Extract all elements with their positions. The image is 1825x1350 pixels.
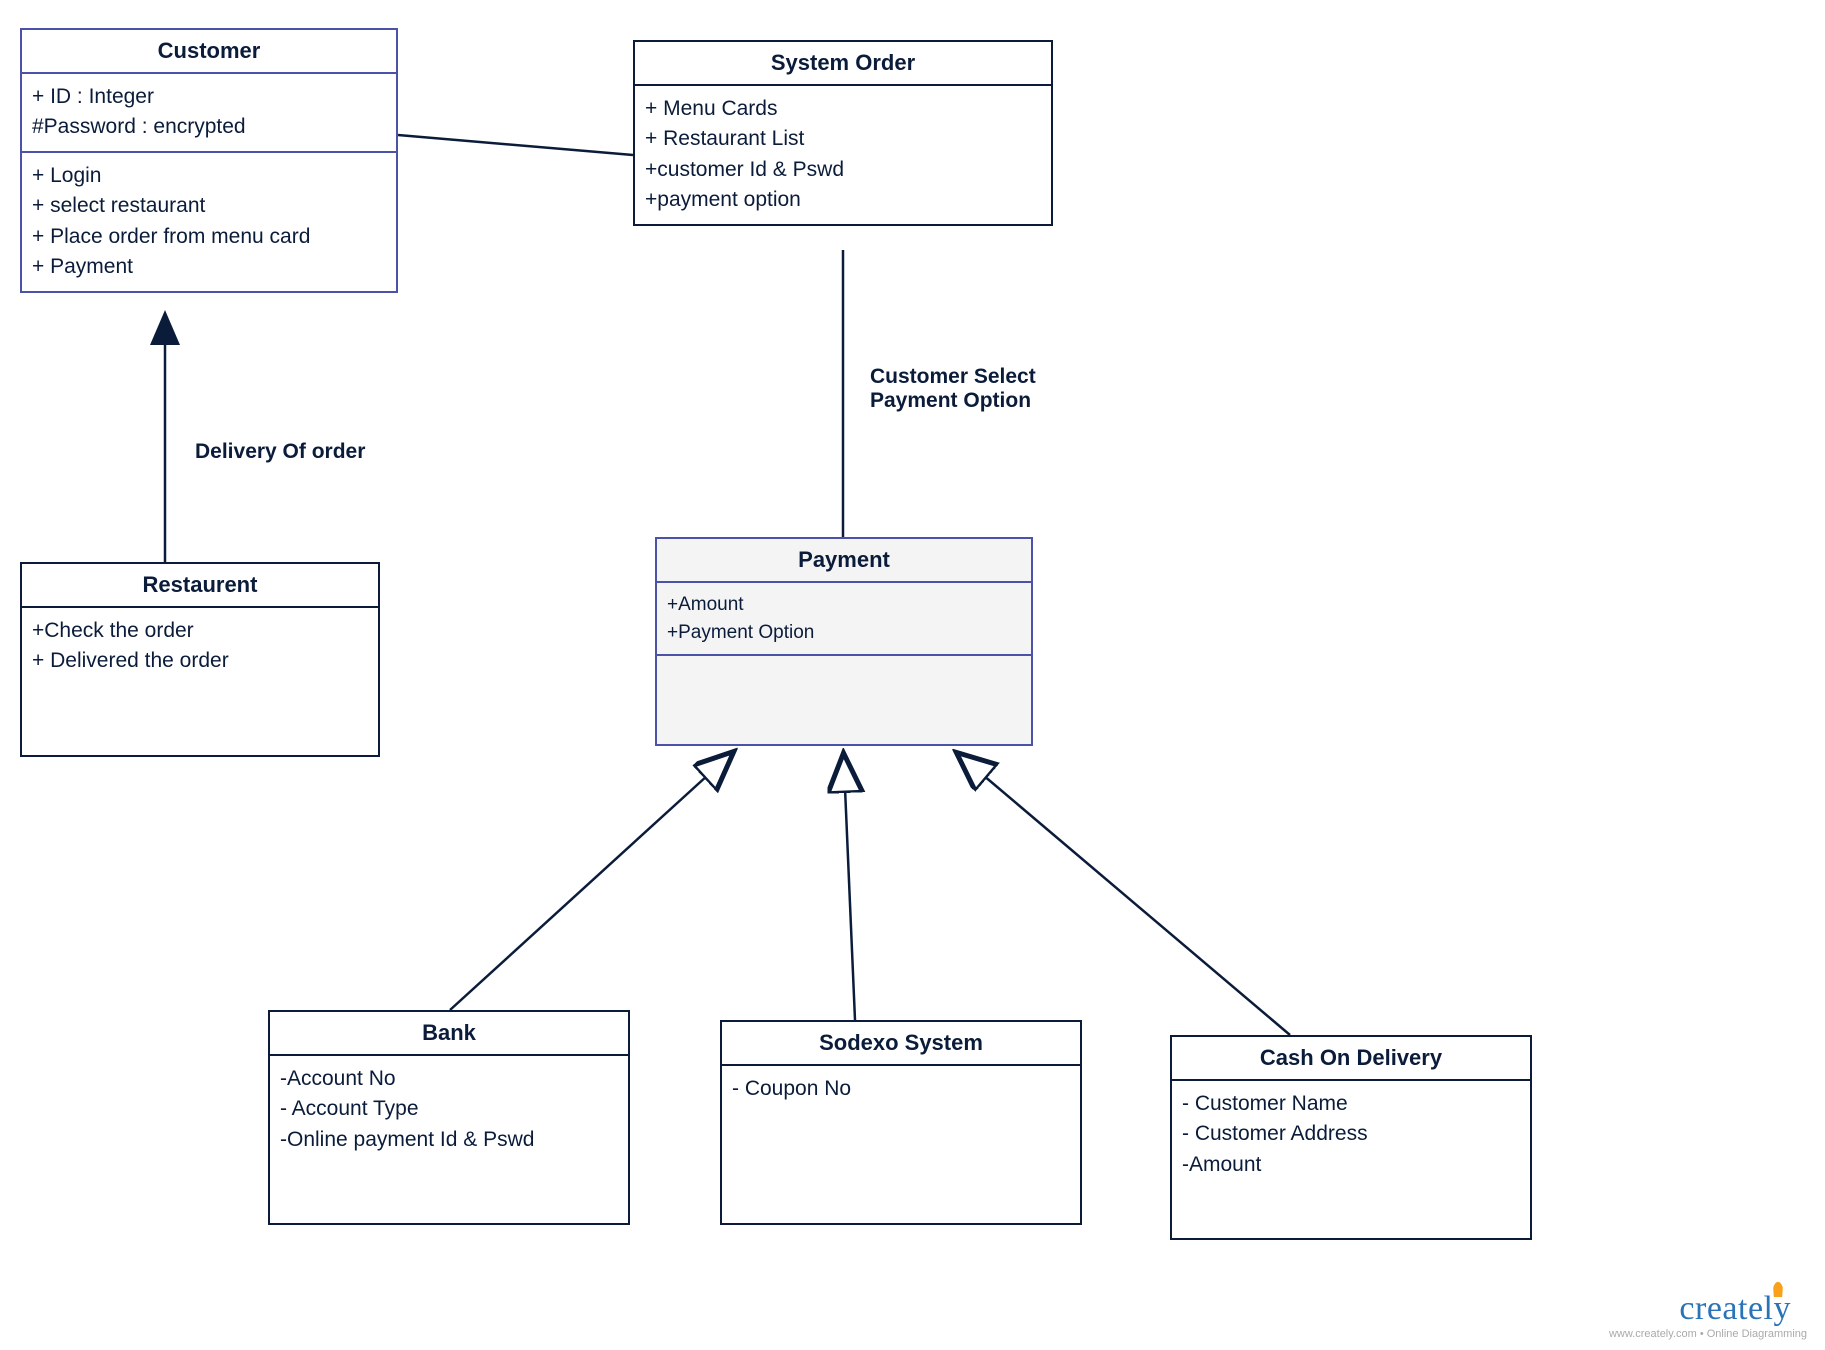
class-title: Payment [657, 539, 1031, 583]
attr-row: +Payment Option [667, 619, 1021, 647]
op-row: + Login [32, 161, 386, 191]
class-title: Cash On Delivery [1172, 1037, 1530, 1081]
class-attributes: + Menu Cards + Restaurant List +customer… [635, 86, 1051, 224]
class-operations: + Login + select restaurant + Place orde… [22, 151, 396, 291]
edge-label-select-payment: Customer Select Payment Option [870, 365, 1036, 413]
class-attributes: -Account No - Account Type -Online payme… [270, 1056, 628, 1163]
class-attributes: - Coupon No [722, 1066, 1080, 1112]
class-attributes: + ID : Integer #Password : encrypted [22, 74, 396, 151]
edge-customer-systemorder [398, 135, 633, 155]
attr-row: - Account Type [280, 1094, 618, 1124]
creately-logo: creately www.creately.com • Online Diagr… [1609, 1290, 1807, 1340]
attr-row: +customer Id & Pswd [645, 155, 1041, 185]
op-row: + Payment [32, 252, 386, 282]
class-title: Sodexo System [722, 1022, 1080, 1066]
class-title: Customer [22, 30, 396, 74]
class-attributes: +Amount +Payment Option [657, 583, 1031, 654]
op-row: + select restaurant [32, 191, 386, 221]
brand-tagline: www.creately.com • Online Diagramming [1609, 1328, 1807, 1340]
attr-row: -Amount [1182, 1150, 1520, 1180]
class-title: Bank [270, 1012, 628, 1056]
attr-row: -Online payment Id & Pswd [280, 1125, 618, 1155]
edge-bank-payment [450, 775, 708, 1010]
class-title: Restaurent [22, 564, 378, 608]
class-payment: Payment +Amount +Payment Option [655, 537, 1033, 746]
class-customer: Customer + ID : Integer #Password : encr… [20, 28, 398, 293]
class-cod: Cash On Delivery - Customer Name - Custo… [1170, 1035, 1532, 1240]
attr-row: #Password : encrypted [32, 112, 386, 142]
class-operations [657, 654, 1031, 744]
class-title: System Order [635, 42, 1051, 86]
edge-label-delivery: Delivery Of order [195, 440, 365, 464]
class-sodexo: Sodexo System - Coupon No [720, 1020, 1082, 1225]
edge-cod-payment [983, 775, 1290, 1035]
class-bank: Bank -Account No - Account Type -Online … [268, 1010, 630, 1225]
attr-row: -Account No [280, 1064, 618, 1094]
attr-row: + Menu Cards [645, 94, 1041, 124]
op-row: + Place order from menu card [32, 222, 386, 252]
attr-row: + ID : Integer [32, 82, 386, 112]
attr-row: +Amount [667, 591, 1021, 619]
class-restaurent: Restaurent +Check the order + Delivered … [20, 562, 380, 757]
class-attributes: - Customer Name - Customer Address -Amou… [1172, 1081, 1530, 1188]
class-system-order: System Order + Menu Cards + Restaurant L… [633, 40, 1053, 226]
attr-row: + Restaurant List [645, 124, 1041, 154]
attr-row: - Coupon No [732, 1074, 1070, 1104]
attr-row: - Customer Name [1182, 1089, 1520, 1119]
attr-row: +payment option [645, 185, 1041, 215]
edge-sodexo-payment [845, 788, 855, 1020]
op-row: + Delivered the order [32, 646, 368, 676]
class-operations: +Check the order + Delivered the order [22, 608, 378, 685]
op-row: +Check the order [32, 616, 368, 646]
attr-row: - Customer Address [1182, 1119, 1520, 1149]
